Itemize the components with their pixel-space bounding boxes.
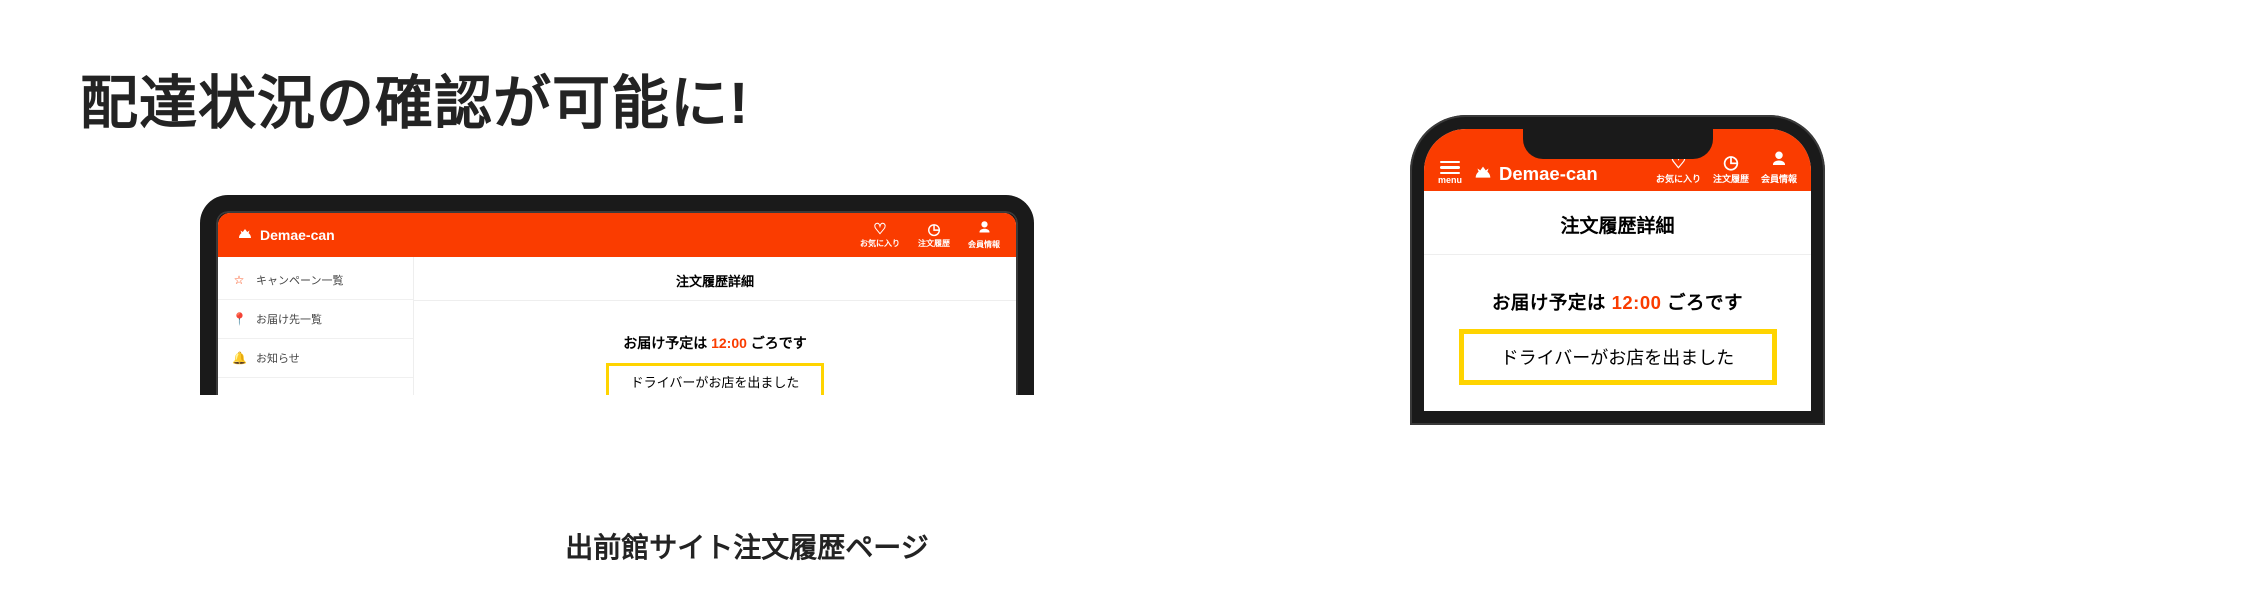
pin-icon: 📍	[232, 312, 246, 326]
hamburger-icon	[1440, 161, 1460, 175]
eta-line: お届け予定は 12:00 ごろです	[414, 333, 1016, 353]
delivery-status-badge: ドライバーがお店を出ました	[606, 363, 825, 395]
page-title: 注文履歴詳細	[1424, 191, 1811, 255]
desktop-screen: Demae-can ♡ お気に入り ◷ 注文履歴 会員情報 ☆	[218, 213, 1016, 395]
phone-notch	[1523, 129, 1713, 159]
heart-icon: ♡	[873, 222, 886, 237]
desktop-device-frame: Demae-can ♡ お気に入り ◷ 注文履歴 会員情報 ☆	[200, 195, 1034, 395]
user-icon	[977, 220, 992, 238]
eta-time: 12:00	[1612, 292, 1662, 313]
star-icon: ☆	[232, 273, 246, 287]
eta-suffix: ごろです	[751, 335, 807, 351]
header-history-label: 注文履歴	[1713, 172, 1749, 185]
page-headline: 配達状況の確認が可能に!	[80, 56, 749, 140]
sidebar-item-addresses[interactable]: 📍 お届け先一覧	[218, 300, 413, 339]
sidebar-item-label: お知らせ	[256, 350, 300, 366]
header-account-label: 会員情報	[1761, 172, 1797, 185]
eta-line: お届け予定は 12:00 ごろです	[1424, 289, 1811, 315]
menu-button[interactable]: menu	[1438, 161, 1462, 186]
header-account[interactable]: 会員情報	[968, 220, 1000, 250]
eta-suffix: ごろです	[1667, 292, 1743, 313]
clock-icon: ◷	[1723, 153, 1739, 171]
clock-icon: ◷	[927, 222, 940, 237]
brand[interactable]: Demae-can	[236, 226, 335, 244]
delivery-status-badge: ドライバーがお店を出ました	[1459, 329, 1777, 385]
main-content: 注文履歴詳細 お届け予定は 12:00 ごろです ドライバーがお店を出ました	[414, 257, 1016, 395]
header-history[interactable]: ◷ 注文履歴	[918, 222, 950, 249]
header-favorites-label: お気に入り	[1656, 172, 1701, 185]
page-title: 注文履歴詳細	[414, 257, 1016, 301]
header-favorites-label: お気に入り	[860, 238, 900, 249]
header-account-label: 会員情報	[968, 239, 1000, 250]
bell-icon: 🔔	[232, 351, 246, 365]
eta-time: 12:00	[711, 335, 747, 351]
header-history-label: 注文履歴	[918, 238, 950, 249]
eta-prefix: お届け予定は	[623, 335, 707, 351]
brand-name: Demae-can	[1499, 163, 1598, 185]
brand-name: Demae-can	[260, 227, 335, 243]
brand-logo-icon	[1472, 163, 1494, 185]
sidebar-item-notices[interactable]: 🔔 お知らせ	[218, 339, 413, 378]
header-account[interactable]: 会員情報	[1761, 150, 1797, 185]
user-icon	[1770, 150, 1788, 171]
figure-caption: 出前館サイト注文履歴ページ	[0, 526, 1494, 566]
header-favorites[interactable]: ♡ お気に入り	[860, 222, 900, 249]
phone-screen: menu Demae-can ♡ お気に入り ◷ 注文履歴 会	[1424, 129, 1811, 411]
header-history[interactable]: ◷ 注文履歴	[1713, 153, 1749, 185]
sidebar-item-label: お届け先一覧	[256, 311, 322, 327]
sidebar-item-campaigns[interactable]: ☆ キャンペーン一覧	[218, 261, 413, 300]
sidebar-item-label: キャンペーン一覧	[256, 272, 343, 288]
eta-prefix: お届け予定は	[1492, 292, 1606, 313]
menu-label: menu	[1438, 175, 1462, 185]
sidebar: ☆ キャンペーン一覧 📍 お届け先一覧 🔔 お知らせ	[218, 257, 414, 395]
brand[interactable]: Demae-can	[1472, 163, 1598, 185]
app-header: Demae-can ♡ お気に入り ◷ 注文履歴 会員情報	[218, 213, 1016, 257]
brand-logo-icon	[236, 226, 254, 244]
phone-device-frame: menu Demae-can ♡ お気に入り ◷ 注文履歴 会	[1410, 115, 1825, 425]
